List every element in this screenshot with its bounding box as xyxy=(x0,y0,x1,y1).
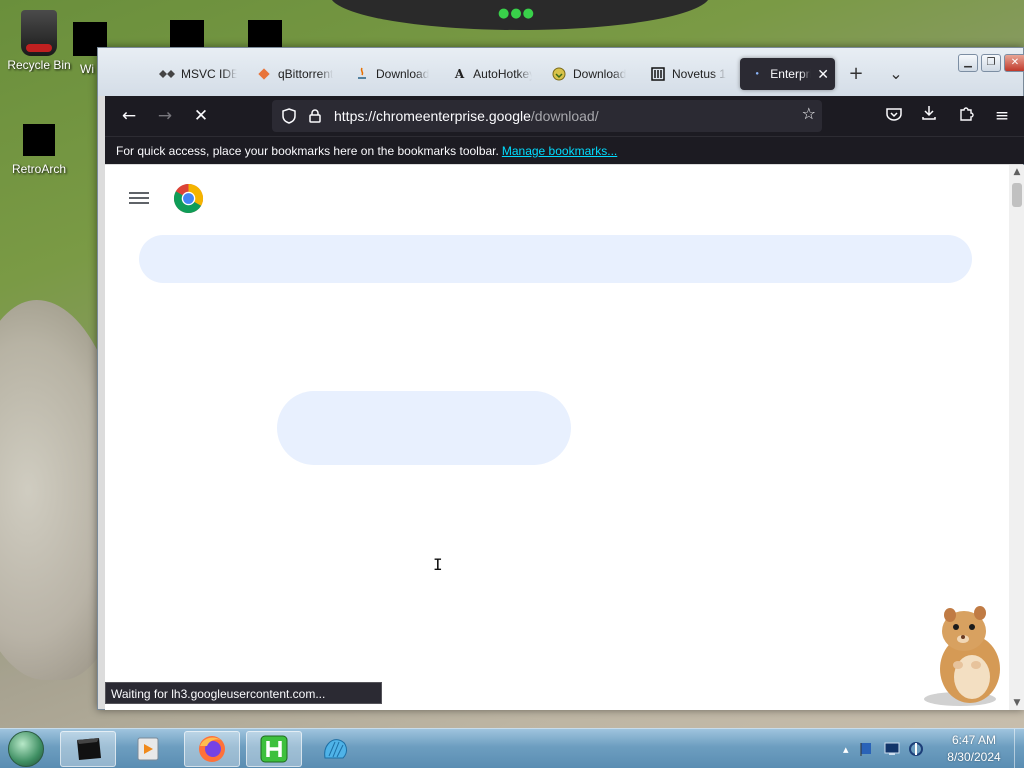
downloads-icon[interactable] xyxy=(917,104,941,128)
taskbar-item-firefox[interactable] xyxy=(184,731,240,767)
tab-label: AutoHotkey xyxy=(473,67,532,81)
desktop-icon-label: Recycle Bin xyxy=(7,58,71,72)
tab-strip: MSVC IDE qBittorrent Download A AutoHotk… xyxy=(98,48,1024,96)
maximize-button[interactable]: ❐ xyxy=(981,54,1001,72)
scroll-down-arrow-icon[interactable]: ▼ xyxy=(1009,698,1024,708)
url-text: https://chromeenterprise.google/download… xyxy=(334,108,599,124)
tab-msvc-ide[interactable]: MSVC IDE xyxy=(153,58,243,90)
scrollbar-thumb[interactable] xyxy=(1012,183,1022,207)
manage-bookmarks-link[interactable]: Manage bookmarks... xyxy=(502,144,617,158)
tab-label: qBittorrent xyxy=(278,67,334,81)
volume-tray-icon[interactable] xyxy=(908,741,924,757)
chrome-logo-icon[interactable] xyxy=(173,183,204,214)
tab-enterprise-active[interactable]: ● Enterprise ✕ xyxy=(740,58,835,90)
page-menu-icon[interactable] xyxy=(129,189,149,207)
menu-hamburger-icon[interactable]: ≡ xyxy=(990,104,1014,128)
firefox-icon xyxy=(199,736,225,762)
tab-download[interactable]: Download xyxy=(545,58,637,90)
extensions-icon[interactable] xyxy=(954,104,978,128)
seashell-icon xyxy=(324,739,347,759)
qbittorrent-icon xyxy=(256,66,272,82)
terminal-app-icon xyxy=(77,738,101,760)
tab-qbittorrent[interactable]: qBittorrent xyxy=(250,58,340,90)
close-window-button[interactable]: ✕ xyxy=(1004,54,1024,72)
shield-icon[interactable] xyxy=(278,105,300,127)
forward-button[interactable]: → xyxy=(153,104,177,128)
loading-skeleton-button xyxy=(277,391,571,465)
minimize-button[interactable]: ▁ xyxy=(958,54,978,72)
flag-tray-icon[interactable] xyxy=(859,741,875,757)
tab-label: MSVC IDE xyxy=(181,67,237,81)
page-content: I ▲ ▼ xyxy=(105,165,1024,710)
show-hidden-icons-button[interactable]: ▴ xyxy=(843,743,849,756)
tab-download-java[interactable]: Download xyxy=(348,58,438,90)
list-all-tabs-button[interactable]: ⌄ xyxy=(884,62,908,86)
tab-label: Novetus 1 xyxy=(672,67,727,81)
clock-time: 6:47 AM xyxy=(951,733,997,747)
navigation-toolbar: ← → ✕ https://chromeenterprise.google/do… xyxy=(105,96,1024,136)
loading-dot-icon: ● xyxy=(755,71,759,77)
bookmarks-hint-text: For quick access, place your bookmarks h… xyxy=(116,144,499,158)
back-button[interactable]: ← xyxy=(117,104,141,128)
novetus-icon xyxy=(650,66,666,82)
new-tab-button[interactable]: + xyxy=(844,62,868,86)
taskbar-item-shell[interactable] xyxy=(308,731,364,767)
url-path: /download/ xyxy=(530,108,599,124)
vertical-scrollbar[interactable]: ▲ ▼ xyxy=(1009,165,1024,710)
msvc-icon xyxy=(159,66,175,82)
clock-date: 8/30/2024 xyxy=(947,750,1001,764)
taskbar-item-app[interactable] xyxy=(60,731,116,767)
loading-skeleton-bar xyxy=(139,235,972,283)
redacted-desktop-icon[interactable] xyxy=(170,20,204,48)
taskbar-item-media[interactable] xyxy=(120,731,176,767)
download-icon xyxy=(551,66,567,82)
tab-label: Download xyxy=(573,67,627,81)
start-button[interactable] xyxy=(8,731,44,767)
java-download-icon xyxy=(354,66,370,82)
h-app-icon xyxy=(260,735,288,763)
lock-icon[interactable] xyxy=(304,105,326,127)
pocket-icon[interactable] xyxy=(882,104,906,128)
bookmarks-toolbar: For quick access, place your bookmarks h… xyxy=(105,136,1024,164)
firefox-window: MSVC IDE qBittorrent Download A AutoHotk… xyxy=(97,47,1024,710)
tab-novetus[interactable]: Novetus 1 xyxy=(644,58,734,90)
taskbar-clock[interactable]: 6:47 AM 8/30/2024 xyxy=(930,732,1018,766)
tab-label: Enterprise xyxy=(770,67,811,81)
taskbar-item-hxd[interactable] xyxy=(246,731,302,767)
status-panel: Waiting for lh3.googleusercontent.com... xyxy=(105,682,382,704)
desktop-icon-label: RetroArch xyxy=(11,162,67,176)
stop-loading-button[interactable]: ✕ xyxy=(189,104,213,128)
system-tray: ▴ xyxy=(843,729,924,768)
wallpaper-green-dots: ●●● xyxy=(498,6,536,21)
text-cursor-icon: I xyxy=(433,555,443,574)
show-desktop-button[interactable] xyxy=(1014,729,1024,768)
tab-close-icon[interactable]: ✕ xyxy=(817,66,829,83)
desktop-icon-recycle-bin[interactable]: Recycle Bin xyxy=(0,4,78,72)
scroll-up-arrow-icon[interactable]: ▲ xyxy=(1009,167,1024,177)
network-tray-icon[interactable] xyxy=(883,741,901,757)
retroarch-icon xyxy=(23,124,55,156)
hamster-desktop-pet[interactable] xyxy=(920,603,1010,707)
tab-autohotkey[interactable]: A AutoHotkey xyxy=(446,58,538,90)
autohotkey-icon: A xyxy=(454,67,465,81)
url-host: https://chromeenterprise.google xyxy=(334,108,531,124)
recycle-bin-icon xyxy=(21,10,57,56)
media-player-icon xyxy=(137,737,159,761)
redacted-desktop-icon[interactable] xyxy=(248,20,282,48)
taskbar: ▴ 6:47 AM 8/30/2024 xyxy=(0,728,1024,768)
desktop-icon-retroarch[interactable]: RetroArch xyxy=(0,116,78,176)
address-bar[interactable]: https://chromeenterprise.google/download… xyxy=(272,100,822,132)
bookmark-star-icon[interactable]: ☆ xyxy=(802,104,816,123)
tab-label: Download xyxy=(376,67,430,81)
